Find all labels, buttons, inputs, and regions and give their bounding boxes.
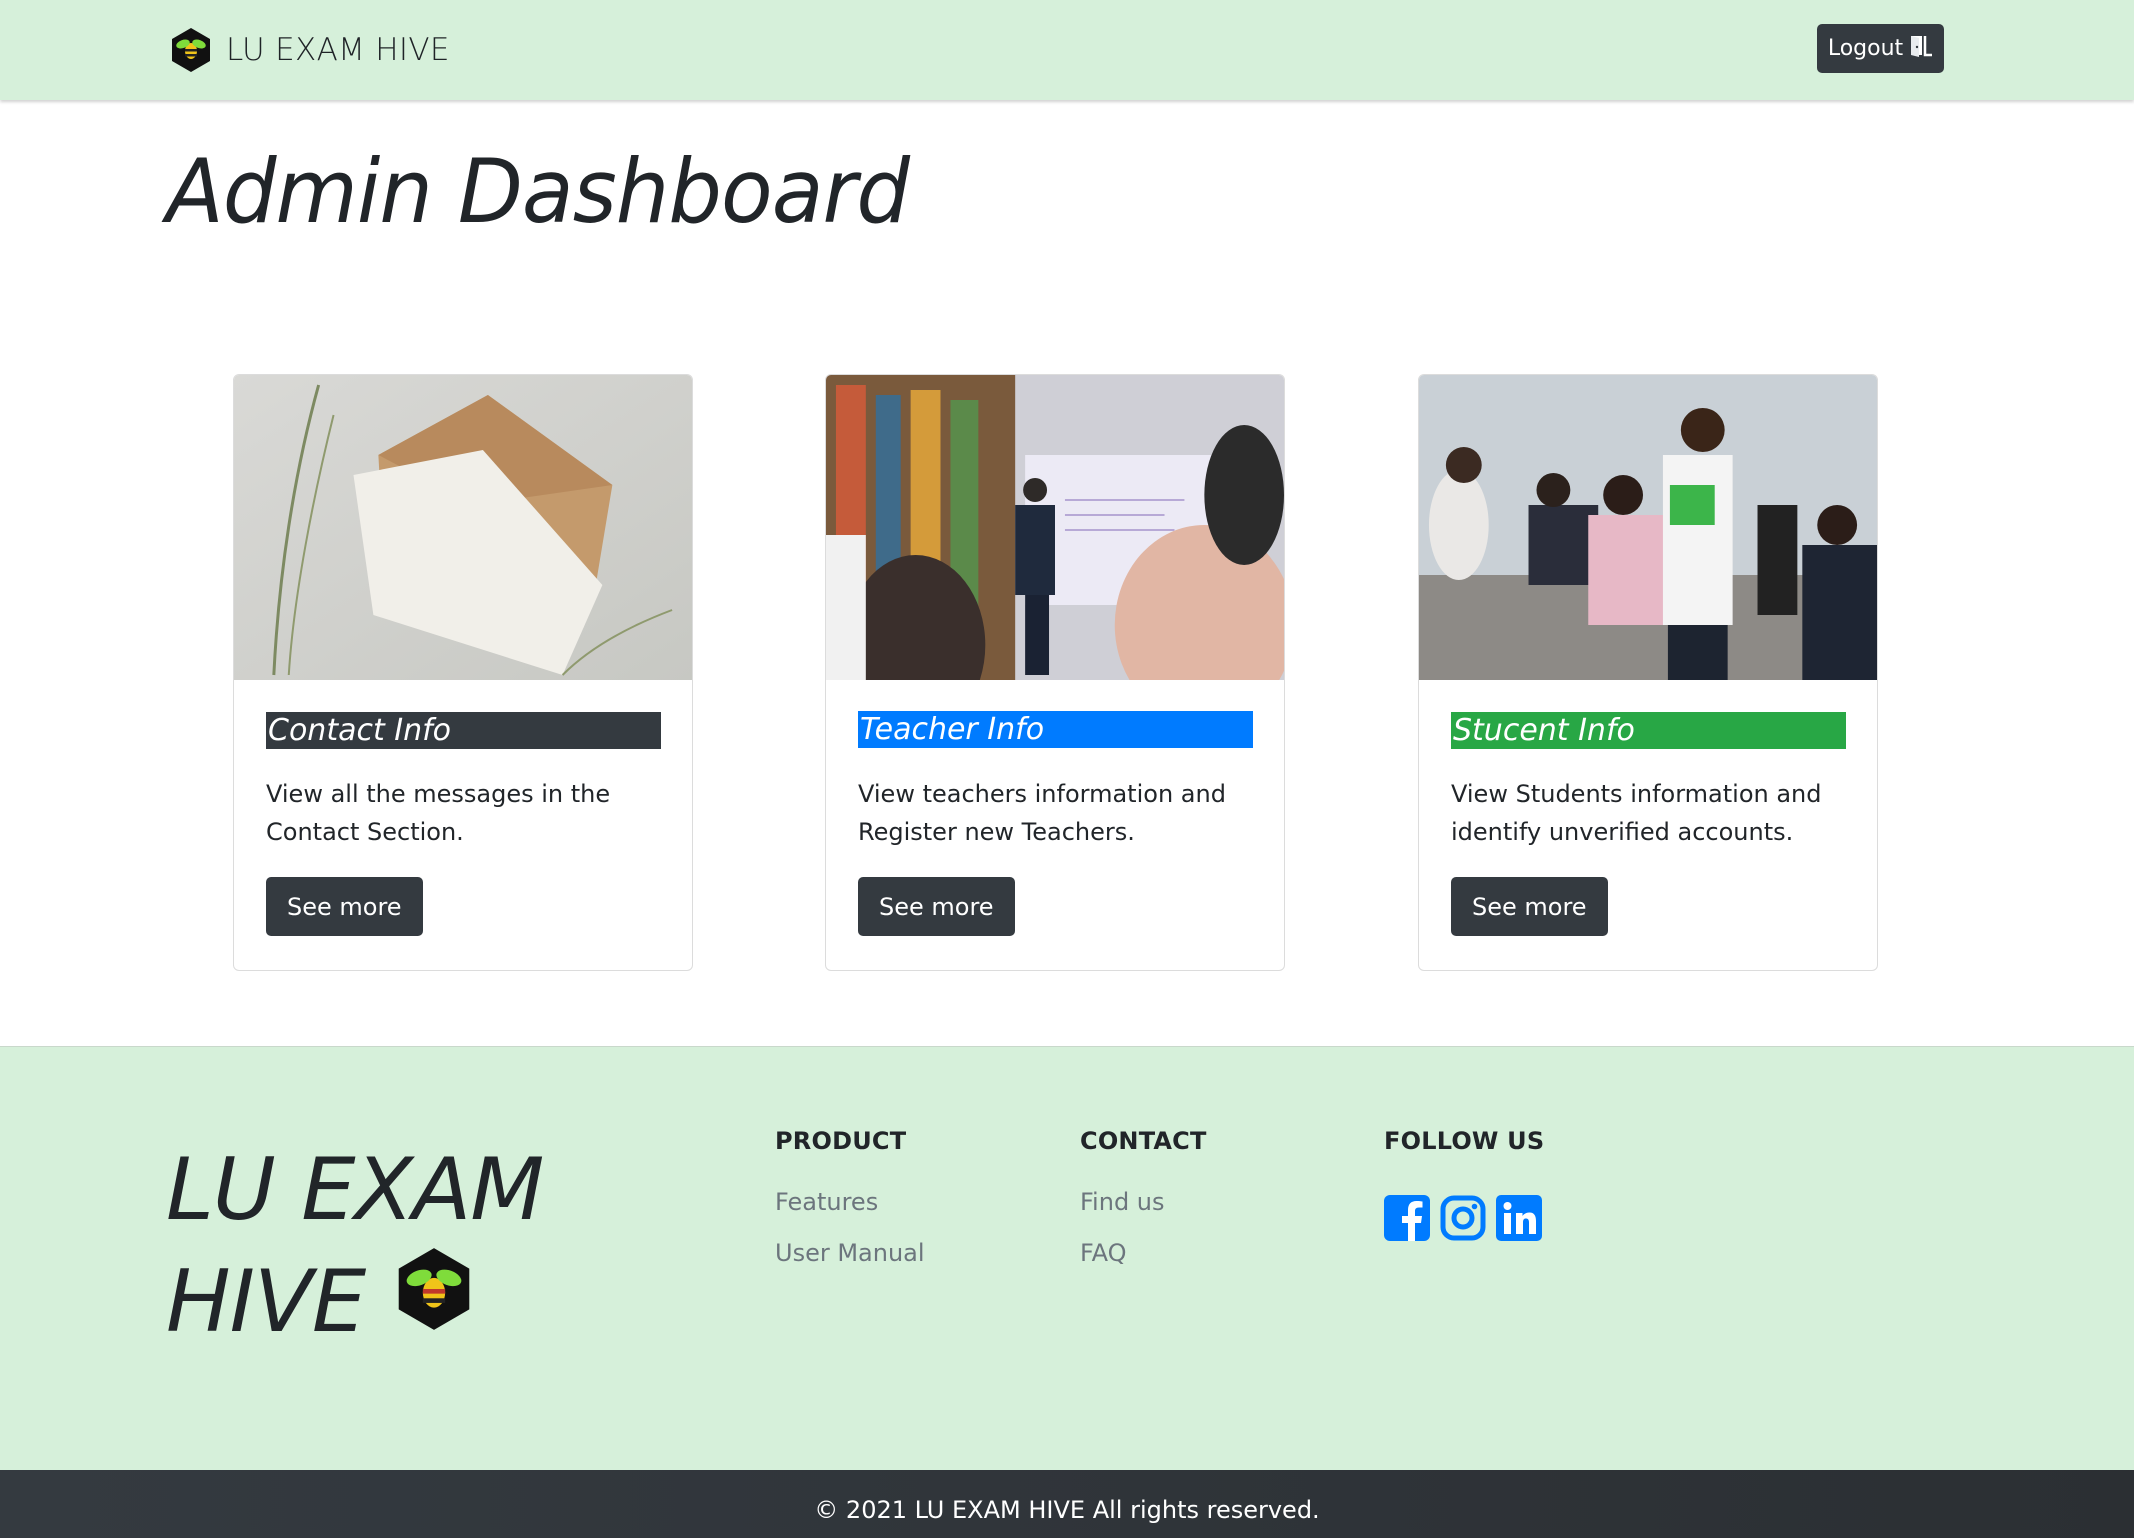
footer-product-column: PRODUCT Features User Manual — [775, 1127, 925, 1279]
footer-link-find-us[interactable]: Find us — [1080, 1177, 1207, 1228]
facebook-icon[interactable] — [1384, 1195, 1430, 1245]
footer-link-user-manual[interactable]: User Manual — [775, 1228, 925, 1279]
door-exit-icon — [1907, 34, 1933, 64]
teacher-see-more-button[interactable]: See more — [858, 877, 1015, 936]
instagram-icon[interactable] — [1440, 1195, 1486, 1245]
card-title: Teacher Info — [858, 711, 1253, 748]
brand-name: LU EXAM HIVE — [226, 32, 450, 68]
card-description: View teachers information and Register n… — [858, 780, 1226, 846]
card-description: View all the messages in the Contact Sec… — [266, 780, 611, 846]
students-classroom-photo — [1419, 375, 1877, 680]
footer: LU EXAM HIVE PRODUCT Features User Manua… — [0, 1046, 2134, 1470]
footer-link-faq[interactable]: FAQ — [1080, 1228, 1207, 1279]
card-title: Stucent Info — [1451, 712, 1846, 749]
footer-logo-line1: LU EXAM — [166, 1140, 544, 1240]
teacher-info-card: Teacher Info View teachers information a… — [825, 374, 1285, 971]
bee-logo-icon — [395, 1245, 473, 1359]
teacher-presentation-photo — [826, 375, 1284, 680]
footer-logo-line2: HIVE — [166, 1252, 366, 1352]
card-description: View Students information and identify u… — [1451, 780, 1822, 846]
footer-contact-column: CONTACT Find us FAQ — [1080, 1127, 1207, 1279]
contact-see-more-button[interactable]: See more — [266, 877, 423, 936]
card-title: Contact Info — [266, 712, 661, 749]
envelope-photo — [234, 375, 692, 680]
footer-product-links: Features User Manual — [775, 1177, 925, 1279]
top-navbar: LU EXAM HIVE Logout — [0, 0, 2134, 100]
footer-link-features[interactable]: Features — [775, 1177, 925, 1228]
bee-logo-icon — [170, 27, 212, 73]
logout-button[interactable]: Logout — [1817, 24, 1944, 73]
social-icons — [1384, 1195, 1544, 1245]
linkedin-icon[interactable] — [1496, 1195, 1542, 1245]
footer-logo-line2-wrap: HIVE — [166, 1245, 543, 1359]
student-see-more-button[interactable]: See more — [1451, 877, 1608, 936]
footer-follow-heading: FOLLOW US — [1384, 1127, 1545, 1155]
contact-info-card: Contact Info View all the messages in th… — [233, 374, 693, 971]
footer-contact-heading: CONTACT — [1080, 1127, 1207, 1155]
footer-product-heading: PRODUCT — [775, 1127, 907, 1155]
footer-logo: LU EXAM HIVE — [166, 1135, 544, 1359]
copyright-text: © 2021 LU EXAM HIVE All rights reserved. — [814, 1496, 1320, 1524]
student-info-card: Stucent Info View Students information a… — [1418, 374, 1878, 971]
copyright-bar: © 2021 LU EXAM HIVE All rights reserved. — [0, 1470, 2134, 1538]
brand-link[interactable]: LU EXAM HIVE — [170, 27, 450, 73]
footer-follow-column: FOLLOW US — [1384, 1127, 1544, 1245]
page-title: Admin Dashboard — [166, 140, 910, 243]
logout-label: Logout — [1827, 36, 1904, 61]
footer-contact-links: Find us FAQ — [1080, 1177, 1207, 1279]
